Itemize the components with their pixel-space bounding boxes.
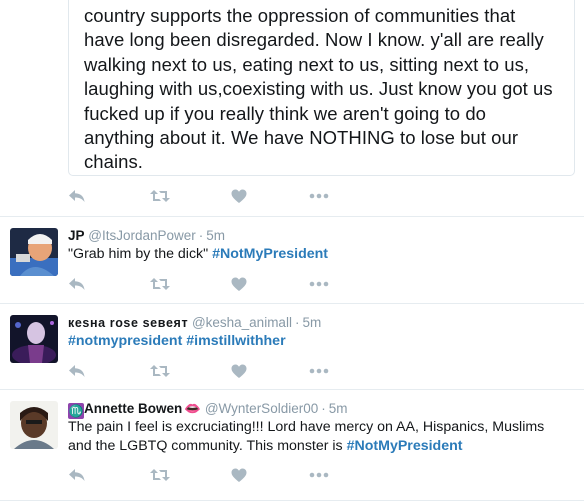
tweet-text-plain: The pain I feel is excruciating!!! Lord … xyxy=(68,419,545,454)
divider xyxy=(0,500,584,501)
more-icon[interactable] xyxy=(309,274,329,294)
retweet-icon[interactable] xyxy=(149,361,171,381)
zodiac-icon: ♏ xyxy=(68,403,84,419)
user-handle[interactable]: @ItsJordanPower xyxy=(88,228,196,243)
quoted-tweet-text: country supports the oppression of commu… xyxy=(84,5,553,173)
user-handle[interactable]: @WynterSoldier00 xyxy=(205,401,318,416)
hashtag-link[interactable]: #NotMyPresident xyxy=(347,438,463,454)
user-name[interactable]: Annette Bowen xyxy=(84,401,182,416)
lips-icon: 👄 xyxy=(184,401,202,416)
tweet-text: The pain I feel is excruciating!!! Lord … xyxy=(68,418,558,455)
retweet-icon[interactable] xyxy=(149,274,171,294)
avatar[interactable] xyxy=(10,228,58,276)
reply-icon[interactable] xyxy=(68,186,86,206)
quoted-tweet-card[interactable]: country supports the oppression of commu… xyxy=(68,0,575,176)
separator: · xyxy=(198,228,204,243)
tweet-header: ♏Annette Bowen 👄 @WynterSoldier00 · 5m xyxy=(68,400,348,419)
tweet-text-plain: "Grab him by the dick" xyxy=(68,246,213,262)
tweet-actions xyxy=(0,186,584,206)
separator: · xyxy=(294,315,300,330)
more-icon[interactable] xyxy=(309,361,329,381)
tweet-text: #notmypresident #imstillwithher xyxy=(68,332,568,351)
timestamp[interactable]: 5m xyxy=(329,401,348,416)
tweet-item[interactable]: ♏Annette Bowen 👄 @WynterSoldier00 · 5m The … xyxy=(0,390,584,500)
like-icon[interactable] xyxy=(231,186,247,206)
hashtag-link[interactable]: #imstillwithher xyxy=(186,333,285,349)
user-name[interactable]: кesнa rose seвeят xyxy=(68,316,188,330)
separator: · xyxy=(321,401,326,416)
hashtag-link[interactable]: #notmypresident xyxy=(68,333,182,349)
tweet-header: JP @ItsJordanPower · 5m xyxy=(68,227,225,245)
tweet-actions xyxy=(0,465,584,485)
tweet-header: кesнa rose seвeят @kesha_animall · 5m xyxy=(68,314,321,332)
tweet-actions xyxy=(0,361,584,381)
hashtag-link[interactable]: #NotMyPresident xyxy=(212,246,328,262)
more-icon[interactable] xyxy=(309,186,329,206)
tweet-item[interactable]: JP @ItsJordanPower · 5m "Grab him by the d… xyxy=(0,217,584,302)
avatar[interactable] xyxy=(10,315,58,363)
reply-icon[interactable] xyxy=(68,465,86,485)
tweet-text: "Grab him by the dick" #NotMyPresident xyxy=(68,245,568,264)
timestamp[interactable]: 5m xyxy=(206,228,225,243)
retweet-icon[interactable] xyxy=(149,465,171,485)
like-icon[interactable] xyxy=(231,465,247,485)
user-handle[interactable]: @kesha_animall xyxy=(192,315,292,330)
like-icon[interactable] xyxy=(231,274,247,294)
tweet-actions xyxy=(0,274,584,294)
reply-icon[interactable] xyxy=(68,274,86,294)
retweet-icon[interactable] xyxy=(149,186,171,206)
reply-icon[interactable] xyxy=(68,361,86,381)
avatar[interactable] xyxy=(10,401,58,449)
like-icon[interactable] xyxy=(231,361,247,381)
tweet-item[interactable]: кesнa rose seвeят @kesha_animall · 5m #not… xyxy=(0,304,584,389)
user-name[interactable]: JP xyxy=(68,228,85,243)
timestamp[interactable]: 5m xyxy=(302,315,321,330)
more-icon[interactable] xyxy=(309,465,329,485)
